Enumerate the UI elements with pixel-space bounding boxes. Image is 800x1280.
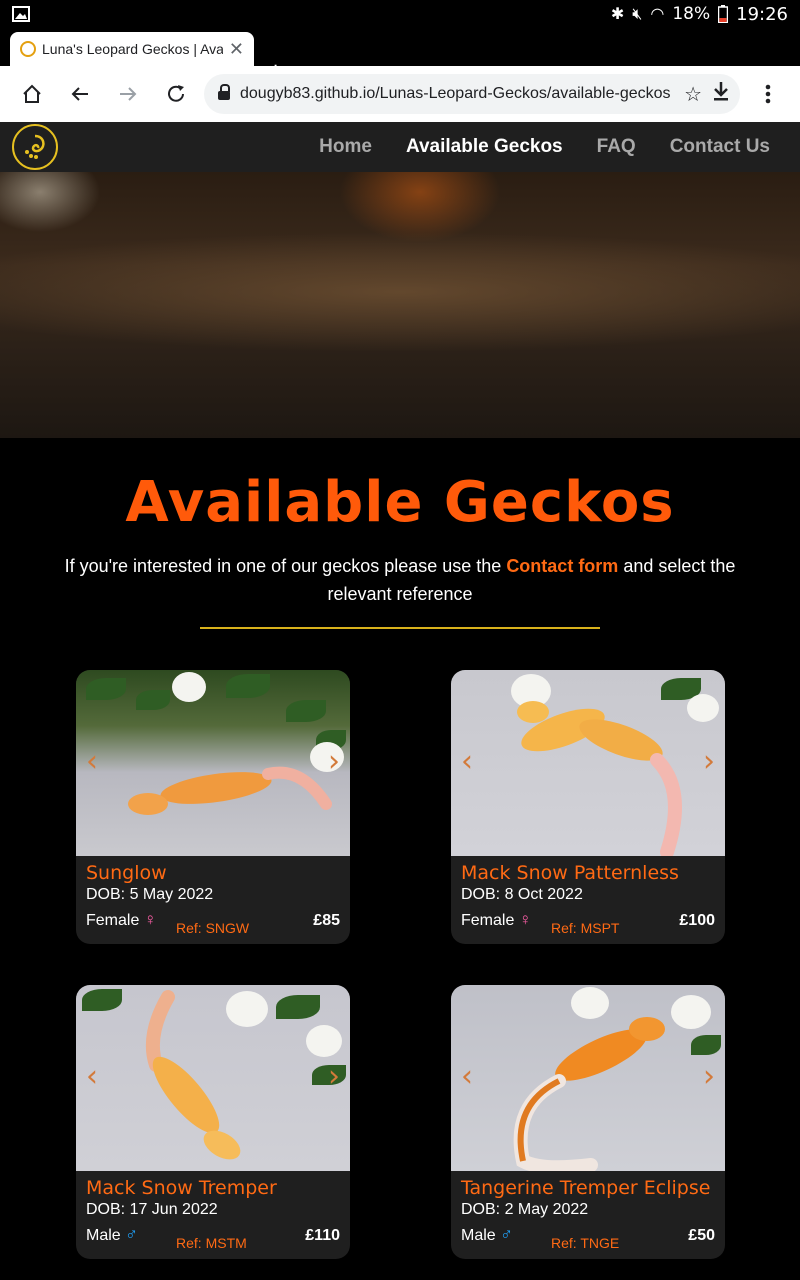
nav-contact-us[interactable]: Contact Us <box>670 136 770 158</box>
carousel-prev-icon[interactable]: ‹ <box>461 744 473 779</box>
gecko-card[interactable]: ‹ › Sunglow DOB: 5 May 2022 Female ♀ Ref… <box>76 670 350 944</box>
gecko-card[interactable]: ‹ › Tangerine Tremper Eclipse DOB: 2 May… <box>451 985 725 1259</box>
status-bar: ✱ 🔇︎ ◠ 18% 19:26 <box>0 0 800 28</box>
gecko-photo: ‹ › <box>76 670 350 856</box>
carousel-next-icon[interactable]: › <box>703 744 715 779</box>
battery-percent: 18% <box>672 4 711 24</box>
page-title: Available Geckos <box>125 470 675 535</box>
nav-available-geckos[interactable]: Available Geckos <box>406 136 563 158</box>
carousel-prev-icon[interactable]: ‹ <box>86 744 98 779</box>
site-nav: Home Available Geckos FAQ Contact Us <box>0 122 800 172</box>
carousel-next-icon[interactable]: › <box>703 1059 715 1094</box>
female-icon: ♀ <box>518 910 532 929</box>
mute-icon: 🔇︎ <box>632 4 643 23</box>
bookmark-star-icon[interactable]: ☆ <box>684 82 702 107</box>
carousel-prev-icon[interactable]: ‹ <box>461 1059 473 1094</box>
tab-title: Luna's Leopard Geckos | Available Geckos <box>42 41 223 57</box>
nav-home[interactable]: Home <box>319 136 372 158</box>
forward-icon[interactable] <box>104 70 152 118</box>
clock: 19:26 <box>736 3 788 25</box>
male-icon: ♂ <box>500 1225 513 1244</box>
address-bar[interactable]: dougyb83.github.io/Lunas-Leopard-Geckos/… <box>204 74 740 114</box>
section-divider <box>200 627 600 629</box>
gecko-name: Mack Snow Patternless <box>461 862 679 884</box>
hero-image <box>0 172 800 438</box>
gecko-sex-label: Male <box>86 1227 121 1244</box>
gecko-sex-label: Female <box>86 912 140 929</box>
gallery-notification-icon <box>12 6 30 22</box>
gecko-dob: DOB: 5 May 2022 <box>86 886 214 903</box>
lock-icon <box>218 84 230 100</box>
favicon-icon <box>20 41 36 57</box>
gecko-sex: Male ♂ <box>86 1225 176 1245</box>
gecko-ref: Ref: MSTM <box>176 1235 247 1251</box>
gecko-sex: Female ♀ <box>86 910 176 930</box>
close-tab-icon[interactable]: ✕ <box>229 39 244 60</box>
intro-text: If you're interested in one of our gecko… <box>40 552 760 608</box>
gecko-sex-label: Male <box>461 1227 496 1244</box>
intro-text-before: If you're interested in one of our gecko… <box>64 556 507 576</box>
gecko-price: £50 <box>688 1227 715 1244</box>
home-icon[interactable] <box>8 70 56 118</box>
gecko-ref: Ref: SNGW <box>176 920 250 936</box>
browser-tab[interactable]: Luna's Leopard Geckos | Available Geckos… <box>10 32 254 66</box>
gecko-name: Sunglow <box>86 862 167 884</box>
wifi-icon: ◠ <box>650 4 665 23</box>
tab-strip: Luna's Leopard Geckos | Available Geckos… <box>0 28 800 84</box>
menu-more-icon[interactable] <box>744 70 792 118</box>
gecko-photo: ‹ › <box>451 670 725 856</box>
battery-icon <box>718 5 729 23</box>
gecko-price: £100 <box>679 912 715 929</box>
gecko-sex: Male ♂ <box>461 1225 551 1245</box>
gecko-name: Mack Snow Tremper <box>86 1177 277 1199</box>
gecko-price: £110 <box>305 1227 340 1244</box>
gecko-name: Tangerine Tremper Eclipse <box>461 1177 711 1199</box>
carousel-next-icon[interactable]: › <box>328 744 340 779</box>
male-icon: ♂ <box>125 1225 138 1244</box>
carousel-prev-icon[interactable]: ‹ <box>86 1059 98 1094</box>
nav-faq[interactable]: FAQ <box>597 136 636 158</box>
gecko-photo: ‹ › <box>76 985 350 1171</box>
gecko-dob: DOB: 8 Oct 2022 <box>461 886 583 903</box>
reload-icon[interactable] <box>152 70 200 118</box>
url-text: dougyb83.github.io/Lunas-Leopard-Geckos/… <box>240 85 671 102</box>
gecko-card[interactable]: ‹ › Mack Snow Patternless DOB: 8 Oct 202… <box>451 670 725 944</box>
gecko-sex: Female ♀ <box>461 910 551 930</box>
browser-toolbar: dougyb83.github.io/Lunas-Leopard-Geckos/… <box>0 66 800 122</box>
gecko-ref: Ref: TNGE <box>551 1235 620 1251</box>
gecko-dob: DOB: 17 Jun 2022 <box>86 1201 218 1218</box>
gecko-card[interactable]: ‹ › Mack Snow Tremper DOB: 17 Jun 2022 M… <box>76 985 350 1259</box>
gecko-dob: DOB: 2 May 2022 <box>461 1201 589 1218</box>
gecko-sex-label: Female <box>461 912 515 929</box>
gecko-ref: Ref: MSPT <box>551 920 620 936</box>
download-icon[interactable] <box>712 81 730 107</box>
gecko-price: £85 <box>313 912 340 929</box>
bluetooth-icon: ✱ <box>610 4 625 23</box>
gecko-photo: ‹ › <box>451 985 725 1171</box>
carousel-next-icon[interactable]: › <box>328 1059 340 1094</box>
contact-form-link[interactable]: Contact form <box>506 556 618 576</box>
back-icon[interactable] <box>56 70 104 118</box>
female-icon: ♀ <box>143 910 157 929</box>
gecko-logo-icon[interactable] <box>12 124 58 170</box>
